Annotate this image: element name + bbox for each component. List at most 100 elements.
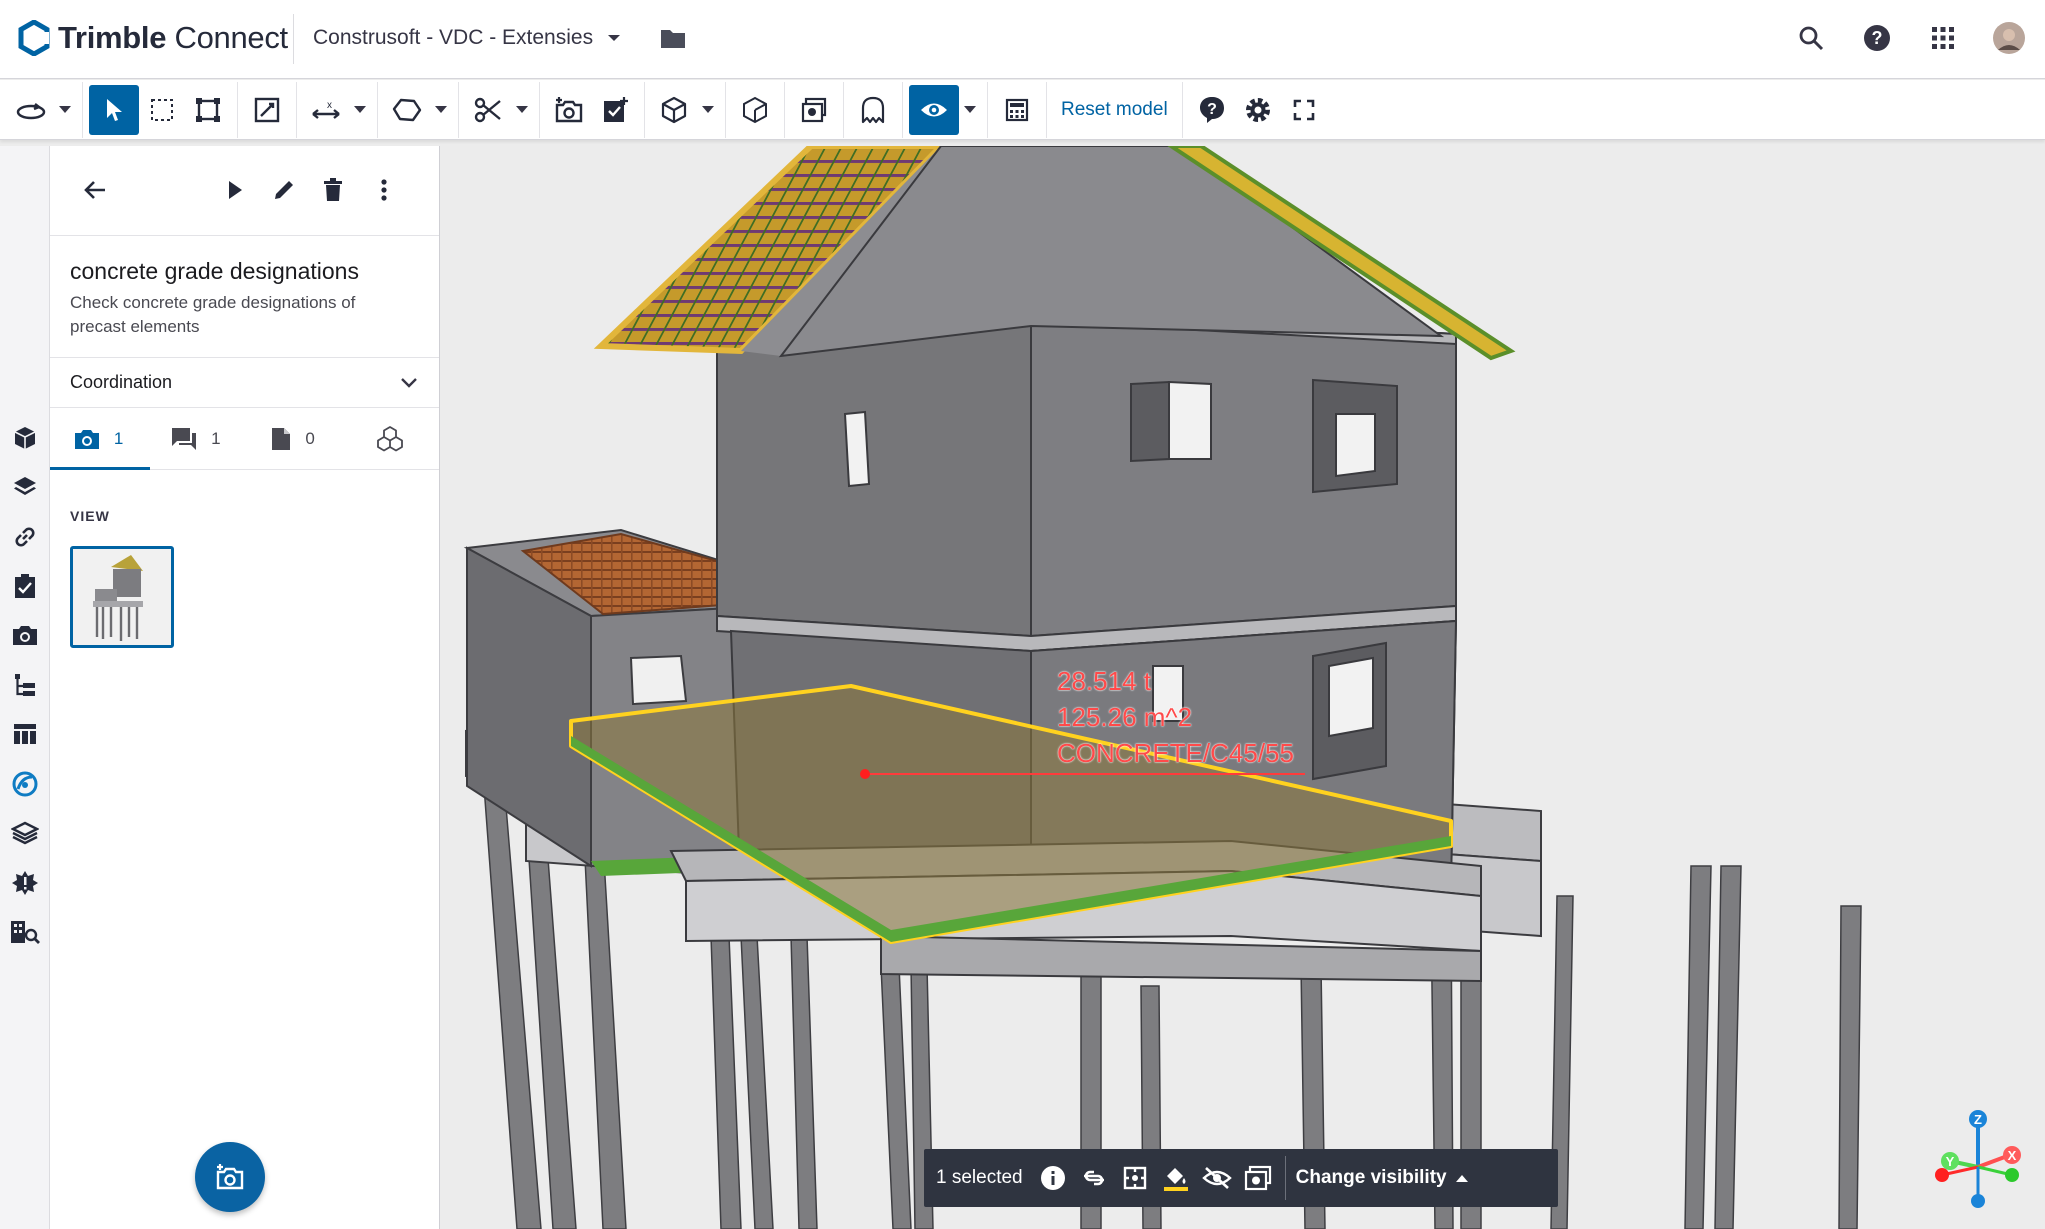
document-icon (272, 427, 291, 450)
box-select-tool[interactable] (139, 81, 185, 139)
freeform-dropdown[interactable] (430, 81, 452, 139)
view-cube-dropdown[interactable] (697, 81, 719, 139)
header-divider (293, 14, 294, 64)
link-button[interactable] (1074, 1149, 1115, 1207)
fit-tool[interactable] (185, 81, 231, 139)
eye-off-icon (1202, 1167, 1232, 1189)
add-view-button[interactable] (195, 1142, 265, 1212)
settings-button[interactable] (1235, 81, 1281, 139)
markup-icon (254, 97, 280, 122)
fullscreen-icon (1293, 99, 1314, 120)
calculator-tool[interactable] (994, 81, 1040, 139)
toolbar-separator (1181, 81, 1183, 138)
snapshot-icon (555, 96, 583, 122)
rail-links[interactable] (0, 515, 50, 559)
x-axis-label: X (2008, 1148, 2017, 1163)
selected-count: 1 selected (936, 1167, 1023, 1188)
visibility-tool[interactable] (909, 84, 959, 135)
tab-comments[interactable]: 1 (147, 408, 244, 469)
building-search-icon (11, 921, 40, 944)
trimble-logo-icon (18, 20, 50, 56)
render-tool[interactable] (791, 81, 837, 139)
app-header: Trimble Connect Construsoft - VDC - Exte… (0, 0, 2045, 79)
change-visibility-button[interactable]: Change visibility (1296, 1167, 1469, 1189)
hide-button[interactable] (1197, 1149, 1238, 1207)
orbit-dropdown[interactable] (54, 81, 76, 139)
more-vertical-icon (381, 179, 387, 201)
3d-viewport[interactable]: 28.514 t 125.26 m^2 CONCRETE/C45/55 (441, 146, 2045, 1229)
calculator-icon (1005, 98, 1029, 121)
fit-icon (196, 97, 220, 122)
rail-tree[interactable] (0, 663, 50, 707)
freeform-tool[interactable] (384, 81, 430, 139)
rail-building-search[interactable] (0, 910, 50, 954)
toolbar-help-button[interactable]: ? (1189, 81, 1235, 139)
rail-layers[interactable] (0, 465, 50, 509)
building-model[interactable] (441, 146, 2045, 1229)
fit-selection-button[interactable] (1115, 1149, 1156, 1207)
view-thumbnail[interactable] (70, 546, 174, 648)
search-button[interactable] (1793, 20, 1829, 56)
section-cut-tool[interactable] (465, 81, 511, 139)
toolbar-separator (784, 81, 785, 138)
info-icon (1041, 1166, 1066, 1190)
info-button[interactable] (1033, 1149, 1074, 1207)
orbit-tool[interactable] (8, 81, 54, 139)
coordination-dropdown[interactable]: Coordination (50, 358, 439, 408)
rail-extension[interactable] (0, 762, 50, 806)
isolate-button[interactable] (1238, 1149, 1279, 1207)
add-snapshot-icon (216, 1164, 244, 1190)
apps-grid-icon (1932, 27, 1954, 49)
visibility-dropdown[interactable] (959, 81, 981, 139)
wireframe-tool[interactable] (732, 81, 778, 139)
rail-table[interactable] (0, 712, 50, 756)
select-tool[interactable] (89, 84, 139, 135)
rail-views[interactable] (0, 613, 50, 657)
trash-icon (324, 178, 342, 201)
section-dropdown[interactable] (511, 81, 533, 139)
toolbar-separator (1046, 81, 1047, 138)
rail-models[interactable] (0, 416, 50, 460)
fullscreen-button[interactable] (1281, 81, 1327, 139)
tab-views[interactable]: 1 (50, 408, 151, 470)
paint-button[interactable] (1156, 1149, 1197, 1207)
back-button[interactable] (77, 172, 113, 208)
help-button[interactable]: ? (1859, 20, 1895, 56)
comment-icon (172, 427, 197, 450)
play-icon (229, 181, 242, 199)
tab-objects[interactable] (342, 408, 439, 469)
rail-clash[interactable] (0, 861, 50, 905)
project-name: Construsoft - VDC - Extensies (313, 26, 594, 49)
pencil-icon (275, 181, 293, 199)
edit-button[interactable] (266, 172, 302, 208)
brand-name: Trimble Connect (58, 20, 288, 55)
rail-todos[interactable] (0, 564, 50, 608)
view-cube-tool[interactable] (651, 81, 697, 139)
more-button[interactable] (366, 172, 402, 208)
project-selector[interactable]: Construsoft - VDC - Extensies (313, 26, 687, 50)
rail-stack[interactable] (0, 811, 50, 855)
delete-button[interactable] (315, 172, 351, 208)
folder-icon[interactable] (659, 26, 687, 50)
markup-tool[interactable] (244, 81, 290, 139)
play-button[interactable] (217, 172, 253, 208)
roof (593, 146, 1516, 361)
ghost-tool[interactable] (850, 81, 896, 139)
trimble-connect-logo[interactable]: Trimble Connect (18, 20, 288, 56)
caret-down-icon (354, 105, 366, 113)
stack-icon (11, 821, 39, 845)
snapshot-tool[interactable] (546, 81, 592, 139)
models-icon (14, 427, 36, 449)
reset-model-button[interactable]: Reset model (1053, 81, 1176, 139)
table-icon (14, 724, 36, 744)
measure-dropdown[interactable] (349, 81, 371, 139)
measure-tool[interactable]: x (303, 81, 349, 139)
svg-text:?: ? (1207, 101, 1217, 118)
add-todo-tool[interactable] (592, 81, 638, 139)
axes-gizmo[interactable]: Z X Y (1930, 1105, 2030, 1215)
avatar[interactable] (1991, 20, 2027, 56)
svg-text:x: x (327, 100, 332, 111)
ghost-icon (861, 96, 885, 123)
tab-documents[interactable]: 0 (245, 408, 342, 469)
apps-button[interactable] (1925, 20, 1961, 56)
